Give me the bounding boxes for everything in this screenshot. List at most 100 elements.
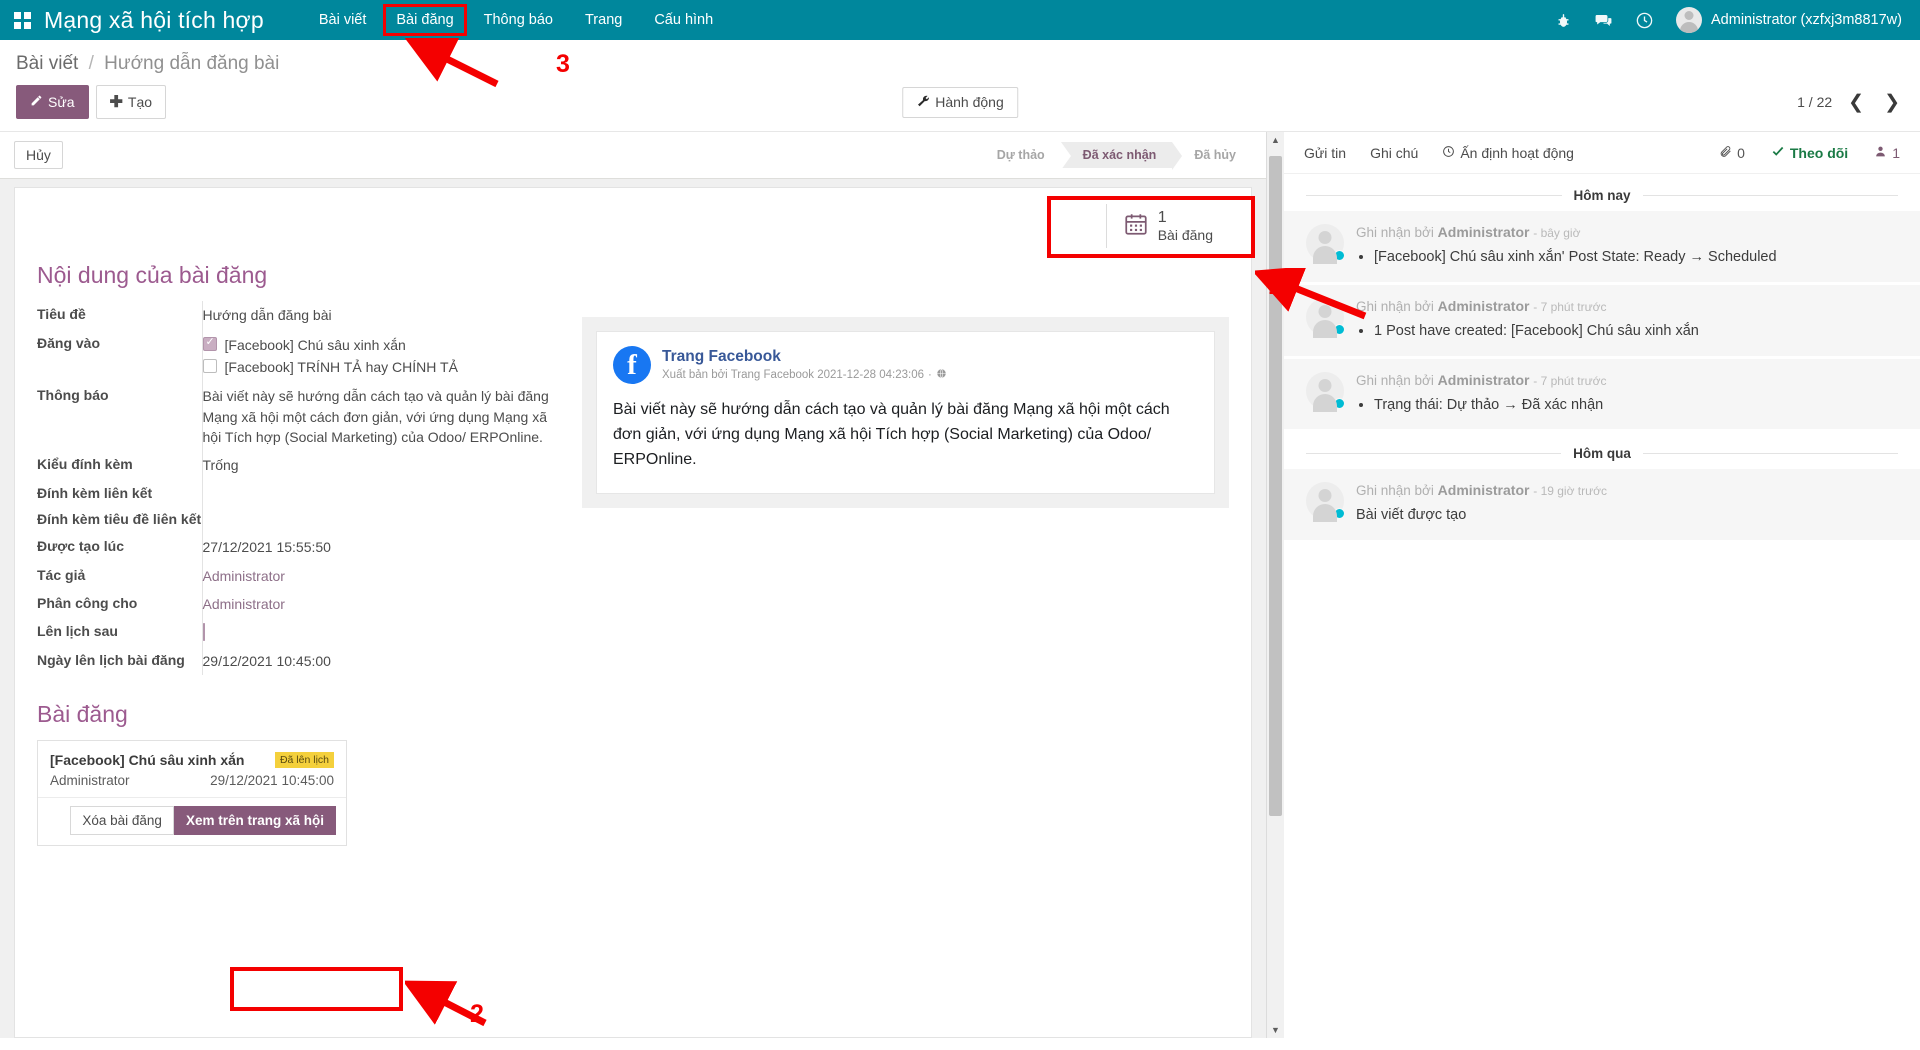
field-label-tieu-de: Tiêu đề xyxy=(37,306,86,323)
create-button[interactable]: ✚ Tạo xyxy=(95,85,167,119)
field-value-kieu-dinh-kem[interactable]: Trống xyxy=(201,451,552,480)
delete-post-button[interactable]: Xóa bài đăng xyxy=(70,805,174,835)
message-author[interactable]: Administrator xyxy=(1438,224,1530,240)
form-view: Hủy Dự thảo Đã xác nhận Đã hủy 1 Bài đăn… xyxy=(0,132,1266,1038)
online-dot-icon xyxy=(1334,397,1345,409)
menu-item-bai-dang[interactable]: Bài đăng xyxy=(383,4,467,36)
field-label-phan-cong-cho: Phân công cho xyxy=(37,594,138,611)
edit-button[interactable]: Sửa xyxy=(16,85,89,119)
top-navigation-bar: Mạng xã hội tích hợp Bài viết Bài đăng T… xyxy=(0,0,1920,40)
field-value-tieu-de[interactable]: Hướng dẫn đăng bài xyxy=(201,301,552,330)
facebook-preview-header: f Trang Facebook Xuất bản bởi Trang Face… xyxy=(613,346,1198,385)
field-value-thong-bao[interactable]: Bài viết này sẽ hướng dẫn cách tạo và qu… xyxy=(201,382,552,452)
action-button-label: Hành động xyxy=(935,94,1004,110)
pager-previous-button[interactable]: ❮ xyxy=(1844,93,1868,112)
field-value-duoc-tao-luc[interactable]: 27/12/2021 15:55:50 xyxy=(201,533,552,562)
checkbox-icon-checked[interactable] xyxy=(202,335,217,351)
pencil-icon xyxy=(30,94,43,110)
message-author-prefix: Ghi nhận bởi xyxy=(1356,298,1434,314)
facebook-post-meta: Xuất bản bởi Trang Facebook 2021-12-28 0… xyxy=(662,368,947,382)
checkbox-icon-len-lich-sau[interactable] xyxy=(202,623,205,642)
user-menu[interactable]: Administrator (xzfxj3m8817w) xyxy=(1676,7,1902,33)
checkbox-option-0[interactable]: [Facebook] Chú sâu xinh xắn xyxy=(202,334,553,356)
avatar xyxy=(1306,297,1345,336)
scroll-up-arrow[interactable]: ▲ xyxy=(1271,132,1280,148)
stage-da-huy[interactable]: Đã hủy xyxy=(1172,142,1252,168)
control-panel-buttons: Sửa ✚ Tạo xyxy=(16,85,167,119)
message-author-prefix: Ghi nhận bởi xyxy=(1356,372,1434,388)
schedule-activity-button[interactable]: Ấn định hoạt động xyxy=(1442,145,1574,161)
form-left-column: Tiêu đề Hướng dẫn đăng bài Đăng vào [Fac… xyxy=(37,301,553,675)
field-value-phan-cong-cho[interactable]: Administrator xyxy=(201,589,552,619)
message-bullet: Trạng thái: Dự thảo → Đã xác nhận xyxy=(1374,395,1898,417)
message-item: Ghi nhận bởi Administrator - 7 phút trướ… xyxy=(1284,284,1920,356)
bug-icon[interactable] xyxy=(1555,12,1572,29)
field-value-tac-gia[interactable]: Administrator xyxy=(201,561,552,590)
pager-next-button[interactable]: ❯ xyxy=(1880,93,1904,112)
field-row-tieu-de: Tiêu đề Hướng dẫn đăng bài xyxy=(37,301,552,330)
field-value-dinh-kem-lien-ket[interactable] xyxy=(201,479,552,507)
chatter-panel: Gửi tin Ghi chú Ấn định hoạt động 0 Theo… xyxy=(1284,132,1920,1038)
clock-icon xyxy=(1442,145,1455,161)
menu-item-bai-viet[interactable]: Bài viết xyxy=(304,2,382,38)
field-row-duoc-tao-luc: Được tạo lúc 27/12/2021 15:55:50 xyxy=(37,533,552,562)
followers-button[interactable]: 1 xyxy=(1874,145,1900,161)
message-time: - 7 phút trước xyxy=(1533,373,1607,388)
clock-icon[interactable] xyxy=(1635,11,1654,30)
field-row-phan-cong-cho: Phân công cho Administrator xyxy=(37,589,552,619)
edit-button-label: Sửa xyxy=(48,94,75,110)
attachment-counter[interactable]: 0 xyxy=(1719,145,1745,161)
facebook-meta-text: Xuất bản bởi Trang Facebook 2021-12-28 0… xyxy=(662,369,925,382)
stage-du-thao[interactable]: Dự thảo xyxy=(975,142,1061,168)
following-label: Theo dõi xyxy=(1789,144,1849,161)
apps-grid-icon[interactable] xyxy=(0,11,44,29)
form-columns: Tiêu đề Hướng dẫn đăng bài Đăng vào [Fac… xyxy=(37,301,1229,675)
stage-da-xac-nhan[interactable]: Đã xác nhận xyxy=(1060,142,1182,170)
scroll-down-arrow[interactable]: ▼ xyxy=(1271,1022,1280,1038)
action-button[interactable]: Hành động xyxy=(902,86,1018,118)
control-panel: Bài viết / Hướng dẫn đăng bài Sửa ✚ Tạo … xyxy=(0,40,1920,132)
action-menu-wrap: Hành động xyxy=(902,86,1018,118)
message-time: - 19 giờ trước xyxy=(1533,484,1608,499)
create-button-label: Tạo xyxy=(127,94,153,110)
vertical-scrollbar[interactable]: ▲ ▼ xyxy=(1266,132,1284,1038)
paperclip-icon xyxy=(1719,145,1732,161)
menu-item-trang[interactable]: Trang xyxy=(570,2,637,38)
menu-item-cau-hinh[interactable]: Cấu hình xyxy=(639,2,728,38)
message-item: Ghi nhận bởi Administrator - 7 phút trướ… xyxy=(1284,358,1920,430)
view-on-social-button[interactable]: Xem trên trang xã hội xyxy=(173,805,336,835)
app-title: Mạng xã hội tích hợp xyxy=(44,6,264,33)
cancel-button[interactable]: Hủy xyxy=(14,141,63,169)
message-author[interactable]: Administrator xyxy=(1438,372,1530,388)
field-label-dang-vao: Đăng vào xyxy=(37,334,101,351)
menu-item-thong-bao[interactable]: Thông báo xyxy=(469,2,568,38)
facebook-meta-separator: · xyxy=(928,369,932,382)
send-message-button[interactable]: Gửi tin xyxy=(1304,145,1346,161)
facebook-page-name: Trang Facebook xyxy=(662,348,781,366)
post-card: [Facebook] Chú sâu xinh xắn Đã lên lịch … xyxy=(37,739,347,846)
checkbox-icon-unchecked[interactable] xyxy=(202,359,217,374)
stat-button-value: 1 xyxy=(1157,209,1167,226)
message-bullet: [Facebook] Chú sâu xinh xắn' Post State:… xyxy=(1374,247,1898,269)
scrollbar-thumb[interactable] xyxy=(1269,156,1282,816)
stat-button-bai-dang[interactable]: 1 Bài đăng xyxy=(1105,204,1229,249)
wrench-icon xyxy=(916,94,930,111)
message-author-prefix: Ghi nhận bởi xyxy=(1356,483,1434,499)
message-author[interactable]: Administrator xyxy=(1438,482,1530,498)
message-author[interactable]: Administrator xyxy=(1438,298,1530,314)
breadcrumb: Bài viết / Hướng dẫn đăng bài xyxy=(16,40,1904,75)
user-name-label: Administrator (xzfxj3m8817w) xyxy=(1711,12,1902,28)
following-button[interactable]: Theo dõi xyxy=(1771,144,1848,161)
follower-count: 1 xyxy=(1892,144,1900,161)
field-value-dinh-kem-tieu-de[interactable] xyxy=(201,506,552,534)
log-note-button[interactable]: Ghi chú xyxy=(1370,145,1418,161)
facebook-preview-card: f Trang Facebook Xuất bản bởi Trang Face… xyxy=(596,331,1215,494)
breadcrumb-root[interactable]: Bài viết xyxy=(16,53,78,74)
scrollbar-track[interactable] xyxy=(1267,148,1284,1022)
checkbox-option-1[interactable]: [Facebook] TRÍNH TẢ hay CHÍNH TẢ xyxy=(202,356,553,378)
stage-pipeline: Dự thảo Đã xác nhận Đã hủy xyxy=(975,142,1252,170)
field-value-ngay-len-lich[interactable]: 29/12/2021 10:45:00 xyxy=(201,646,552,675)
field-label-tac-gia: Tác giả xyxy=(37,566,86,583)
chat-icon[interactable] xyxy=(1594,11,1613,30)
avatar xyxy=(1306,482,1345,521)
